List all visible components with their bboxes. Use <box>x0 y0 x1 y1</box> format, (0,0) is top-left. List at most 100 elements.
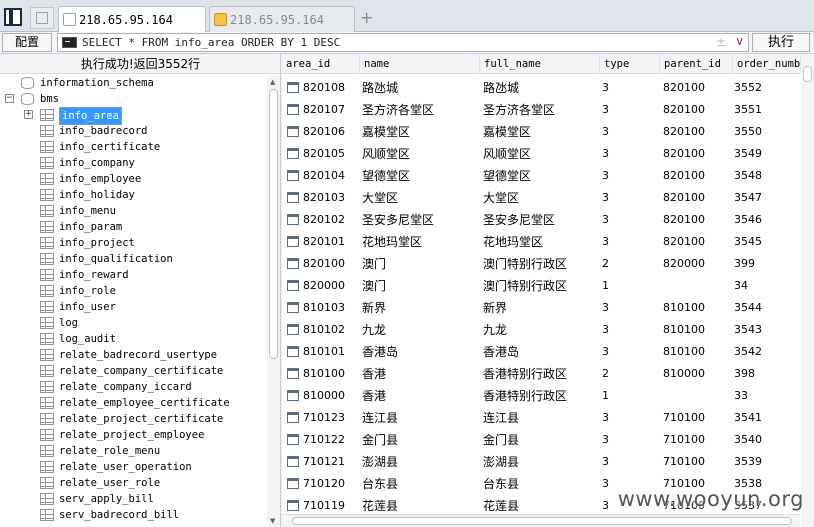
tree-item[interactable]: log <box>0 315 266 331</box>
tree-item[interactable]: relate_project_employee <box>0 427 266 443</box>
cell-order-numb[interactable]: 3540 <box>734 429 798 451</box>
cell-name[interactable]: 新界 <box>362 297 478 319</box>
cell-order-numb[interactable]: 3548 <box>734 165 798 187</box>
cell-full-name[interactable]: 香港岛 <box>483 341 599 363</box>
table-row[interactable]: 810101 香港岛 香港岛 3 810100 3542 <box>282 341 814 363</box>
tree-item[interactable]: info_holiday <box>0 187 266 203</box>
table-row[interactable]: 820103 大堂区 大堂区 3 820100 3547 <box>282 187 814 209</box>
table-row[interactable]: 820106 嘉模堂区 嘉模堂区 3 820100 3550 <box>282 121 814 143</box>
blank-tab-button[interactable] <box>30 7 54 29</box>
table-row[interactable]: 820107 圣方济各堂区 圣方济各堂区 3 820100 3551 <box>282 99 814 121</box>
tree-item[interactable]: info_menu <box>0 203 266 219</box>
column-header-area-id[interactable]: area_id <box>282 54 360 74</box>
cell-full-name[interactable]: 圣方济各堂区 <box>483 99 599 121</box>
scroll-thumb[interactable] <box>269 89 278 359</box>
cell-order-numb[interactable]: 3544 <box>734 297 798 319</box>
table-row[interactable]: 820102 圣安多尼堂区 圣安多尼堂区 3 820100 3546 <box>282 209 814 231</box>
cell-parent-id[interactable]: 820100 <box>663 187 732 209</box>
cell-type[interactable]: 3 <box>602 121 658 143</box>
cell-type[interactable]: 3 <box>602 407 658 429</box>
cell-full-name[interactable]: 路氹城 <box>483 77 599 99</box>
cell-name[interactable]: 连江县 <box>362 407 478 429</box>
tree-item[interactable]: information_schema <box>0 75 266 91</box>
cell-name[interactable]: 澳门 <box>362 275 478 297</box>
table-row[interactable]: 820101 花地玛堂区 花地玛堂区 3 820100 3545 <box>282 231 814 253</box>
cell-name[interactable]: 圣方济各堂区 <box>362 99 478 121</box>
column-header-full-name[interactable]: full_name <box>480 54 600 74</box>
cell-full-name[interactable]: 香港特别行政区 <box>483 363 599 385</box>
cell-type[interactable]: 3 <box>602 451 658 473</box>
cell-parent-id[interactable] <box>663 385 732 407</box>
cell-parent-id[interactable]: 710100 <box>663 407 732 429</box>
table-row[interactable]: 810102 九龙 九龙 3 810100 3543 <box>282 319 814 341</box>
cell-full-name[interactable]: 澳门特别行政区 <box>483 275 599 297</box>
tree-item[interactable]: info_reward <box>0 267 266 283</box>
cell-name[interactable]: 望德堂区 <box>362 165 478 187</box>
cell-name[interactable]: 金门县 <box>362 429 478 451</box>
cell-full-name[interactable]: 圣安多尼堂区 <box>483 209 599 231</box>
cell-parent-id[interactable]: 820100 <box>663 209 732 231</box>
cell-order-numb[interactable]: 3546 <box>734 209 798 231</box>
tab-connection-inactive[interactable]: 218.65.95.164 <box>209 6 355 32</box>
cell-full-name[interactable]: 新界 <box>483 297 599 319</box>
scroll-up-icon[interactable]: ▲ <box>270 78 275 86</box>
cell-type[interactable]: 3 <box>602 209 658 231</box>
table-row[interactable]: 810103 新界 新界 3 810100 3544 <box>282 297 814 319</box>
table-row[interactable]: 810000 香港 香港特别行政区 1 33 <box>282 385 814 407</box>
cell-name[interactable]: 嘉模堂区 <box>362 121 478 143</box>
cell-full-name[interactable]: 台东县 <box>483 473 599 495</box>
cell-type[interactable]: 3 <box>602 143 658 165</box>
tree-item[interactable]: info_certificate <box>0 139 266 155</box>
tree-item[interactable]: relate_company_iccard <box>0 379 266 395</box>
tree-item[interactable]: relate_employee_certificate <box>0 395 266 411</box>
tree-item[interactable]: info_project <box>0 235 266 251</box>
cell-full-name[interactable]: 香港特别行政区 <box>483 385 599 407</box>
tab-connection-active[interactable]: 218.65.95.164 <box>58 6 206 33</box>
cell-order-numb[interactable]: 3551 <box>734 99 798 121</box>
tree-item[interactable]: info_param <box>0 219 266 235</box>
tree-item[interactable]: serv_badrecord_bill <box>0 507 266 523</box>
expand-icon[interactable]: + <box>24 110 33 119</box>
column-header-type[interactable]: type <box>600 54 660 74</box>
tree-item[interactable]: relate_badrecord_usertype <box>0 347 266 363</box>
tree-scrollbar[interactable]: ▲ ▼ <box>267 75 280 527</box>
config-button[interactable]: 配置 <box>2 33 52 52</box>
tree-item[interactable]: + info_area <box>0 107 266 125</box>
cell-name[interactable]: 香港岛 <box>362 341 478 363</box>
cell-order-numb[interactable]: 399 <box>734 253 798 275</box>
cell-type[interactable]: 3 <box>602 231 658 253</box>
cell-parent-id[interactable]: 810100 <box>663 297 732 319</box>
cell-type[interactable]: 3 <box>602 187 658 209</box>
column-header-name[interactable]: name <box>360 54 480 74</box>
cell-name[interactable]: 花地玛堂区 <box>362 231 478 253</box>
cell-parent-id[interactable]: 820100 <box>663 231 732 253</box>
cell-parent-id[interactable]: 820100 <box>663 99 732 121</box>
cell-parent-id[interactable]: 810100 <box>663 319 732 341</box>
cell-parent-id[interactable] <box>663 275 732 297</box>
cell-full-name[interactable]: 风顺堂区 <box>483 143 599 165</box>
table-row[interactable]: 710123 连江县 连江县 3 710100 3541 <box>282 407 814 429</box>
scroll-thumb[interactable] <box>803 66 812 82</box>
cell-parent-id[interactable]: 820000 <box>663 253 732 275</box>
cell-parent-id[interactable]: 820100 <box>663 77 732 99</box>
tree-item[interactable]: serv_apply_bill <box>0 491 266 507</box>
sql-input[interactable]: SELECT * FROM info_area ORDER BY 1 DESC … <box>57 33 749 52</box>
column-header-order-numb[interactable]: order_numb <box>733 54 801 74</box>
table-row[interactable]: 810100 香港 香港特别行政区 2 810000 398 <box>282 363 814 385</box>
cell-order-numb[interactable]: 34 <box>734 275 798 297</box>
cell-order-numb[interactable]: 33 <box>734 385 798 407</box>
cell-order-numb[interactable]: 3539 <box>734 451 798 473</box>
tree-item[interactable]: info_employee <box>0 171 266 187</box>
tree-item[interactable]: info_user <box>0 299 266 315</box>
cell-full-name[interactable]: 花地玛堂区 <box>483 231 599 253</box>
cell-order-numb[interactable]: 3547 <box>734 187 798 209</box>
scroll-thumb[interactable] <box>292 517 792 525</box>
grid-horizontal-scrollbar[interactable] <box>282 514 800 527</box>
new-tab-button[interactable]: + <box>360 8 373 27</box>
cell-parent-id[interactable]: 810100 <box>663 341 732 363</box>
cell-type[interactable]: 3 <box>602 341 658 363</box>
cell-order-numb[interactable]: 3545 <box>734 231 798 253</box>
cell-order-numb[interactable]: 3552 <box>734 77 798 99</box>
tree-item[interactable]: − bms <box>0 91 266 107</box>
cell-type[interactable]: 2 <box>602 253 658 275</box>
